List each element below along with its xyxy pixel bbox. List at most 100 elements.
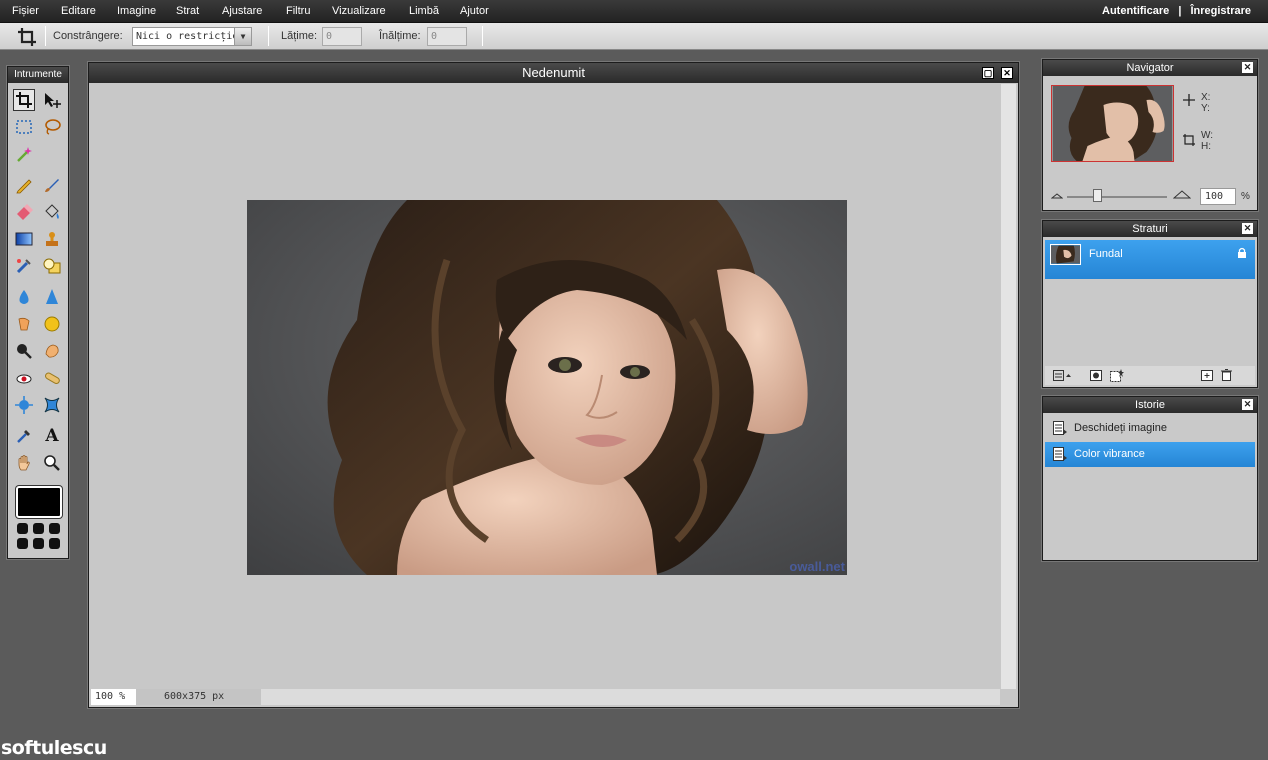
pencil-icon[interactable] xyxy=(13,174,35,196)
spot-heal-icon[interactable] xyxy=(41,367,63,389)
history-step-icon xyxy=(1053,421,1067,435)
navigator-thumbnail[interactable] xyxy=(1051,85,1174,162)
bloat-icon[interactable] xyxy=(13,394,35,416)
layers-title: Straturi ✕ xyxy=(1043,221,1257,237)
menu-edit[interactable]: Editare xyxy=(61,5,96,17)
zoom-readout[interactable]: 100 % xyxy=(91,689,136,705)
height-input[interactable]: 0 xyxy=(427,27,467,46)
foreground-color-swatch[interactable] xyxy=(16,486,62,518)
layer-thumbnail xyxy=(1050,244,1081,265)
zoom-input[interactable]: 100 xyxy=(1200,188,1236,205)
width-input[interactable]: 0 xyxy=(322,27,362,46)
close-icon[interactable]: ✕ xyxy=(1001,67,1013,79)
thumbnail-image xyxy=(1052,86,1173,161)
document-title: Nedenumit xyxy=(522,65,585,80)
hand-tool-icon[interactable] xyxy=(13,452,35,474)
menu-layer[interactable]: Strat xyxy=(176,5,199,17)
clone-stamp-icon[interactable] xyxy=(41,228,63,250)
vertical-scrollbar[interactable] xyxy=(1001,84,1016,689)
close-icon[interactable]: ✕ xyxy=(1242,223,1253,234)
menu-bar: Fișier Editare Imagine Strat Ajustare Fi… xyxy=(0,0,1268,23)
pinch-icon[interactable] xyxy=(41,394,63,416)
swatch-slot[interactable] xyxy=(33,523,44,534)
navigator-title-text: Navigator xyxy=(1126,62,1174,74)
menu-filter[interactable]: Filtru xyxy=(286,5,310,17)
sponge-icon[interactable] xyxy=(41,313,63,335)
chevron-down-icon[interactable]: ▼ xyxy=(234,28,251,45)
menu-image[interactable]: Imagine xyxy=(117,5,156,17)
menu-language[interactable]: Limbă xyxy=(409,5,439,17)
zoom-out-icon[interactable] xyxy=(1051,191,1063,199)
canvas-image[interactable]: owall.net xyxy=(247,200,847,575)
layer-effects-icon[interactable] xyxy=(1110,369,1124,382)
divider xyxy=(268,26,269,46)
history-item-selected[interactable]: Color vibrance xyxy=(1045,442,1255,467)
layer-name: Fundal xyxy=(1089,248,1123,260)
marquee-tool-icon[interactable] xyxy=(13,116,35,138)
smudge-icon[interactable] xyxy=(13,313,35,335)
menu-file[interactable]: Fișier xyxy=(12,5,39,17)
divider xyxy=(482,26,483,46)
layer-settings-icon[interactable] xyxy=(1053,370,1071,381)
nav-y-label: Y: xyxy=(1201,103,1210,114)
nav-w-label: W: xyxy=(1201,130,1214,141)
layer-row[interactable]: Fundal xyxy=(1045,240,1255,279)
menu-view[interactable]: Vizualizare xyxy=(332,5,386,17)
layers-panel: Straturi ✕ Fundal xyxy=(1042,220,1258,388)
history-title-text: Istorie xyxy=(1135,399,1165,411)
nav-x-label: X: xyxy=(1201,92,1211,103)
menu-adjust[interactable]: Ajustare xyxy=(222,5,262,17)
swatch-slot[interactable] xyxy=(49,538,60,549)
register-link[interactable]: Înregistrare xyxy=(1190,5,1251,17)
lasso-tool-icon[interactable] xyxy=(41,116,63,138)
layer-mask-icon[interactable] xyxy=(1090,370,1102,381)
magic-wand-icon[interactable] xyxy=(13,143,35,165)
sharpen-icon[interactable] xyxy=(41,286,63,308)
history-item[interactable]: Deschideți imagine xyxy=(1045,416,1255,441)
dodge-icon[interactable] xyxy=(13,340,35,362)
burn-icon[interactable] xyxy=(41,340,63,362)
history-item-label: Color vibrance xyxy=(1074,448,1145,460)
swatch-slot[interactable] xyxy=(17,523,28,534)
brush-icon[interactable] xyxy=(41,174,63,196)
constraint-value: Nici o restricție xyxy=(136,31,239,42)
document-window: Nedenumit ▢ ✕ owall.net 100 % 600x375 px xyxy=(88,62,1019,708)
zoom-slider-handle[interactable] xyxy=(1093,189,1102,202)
canvas-area[interactable]: owall.net xyxy=(91,84,1000,689)
new-layer-icon[interactable] xyxy=(1201,370,1213,381)
document-title-bar[interactable]: Nedenumit ▢ ✕ xyxy=(89,63,1018,83)
nav-h-label: H: xyxy=(1201,141,1211,152)
zoom-in-icon[interactable] xyxy=(1173,189,1191,199)
constraint-label: Constrângere: xyxy=(53,30,123,42)
crop-tool-icon[interactable] xyxy=(13,89,35,111)
swatch-slot[interactable] xyxy=(49,523,60,534)
zoom-unit: % xyxy=(1241,191,1250,202)
shape-tool-icon[interactable] xyxy=(41,255,63,277)
red-eye-icon[interactable] xyxy=(13,367,35,389)
text-tool-icon[interactable]: A xyxy=(41,425,63,447)
blur-icon[interactable] xyxy=(13,286,35,308)
color-picker-icon[interactable] xyxy=(13,425,35,447)
status-bar: 100 % 600x375 px xyxy=(91,689,1000,705)
trash-icon[interactable] xyxy=(1221,369,1232,381)
history-title: Istorie ✕ xyxy=(1043,397,1257,413)
menu-help[interactable]: Ajutor xyxy=(460,5,489,17)
history-item-label: Deschideți imagine xyxy=(1074,422,1167,434)
zoom-slider-track[interactable] xyxy=(1067,196,1167,198)
auth-links: Autentificare | Înregistrare xyxy=(1099,5,1254,17)
color-replace-icon[interactable] xyxy=(13,255,35,277)
eraser-icon[interactable] xyxy=(13,201,35,223)
paint-bucket-icon[interactable] xyxy=(41,201,63,223)
lock-icon[interactable] xyxy=(1237,247,1247,259)
swatch-slot[interactable] xyxy=(17,538,28,549)
gradient-icon[interactable] xyxy=(13,228,35,250)
zoom-tool-icon[interactable] xyxy=(41,452,63,474)
close-icon[interactable]: ✕ xyxy=(1242,399,1253,410)
maximize-icon[interactable]: ▢ xyxy=(982,67,994,79)
move-tool-icon[interactable] xyxy=(41,89,63,111)
login-link[interactable]: Autentificare xyxy=(1102,5,1169,17)
constraint-select[interactable]: Nici o restricție ▼ xyxy=(132,27,252,46)
close-icon[interactable]: ✕ xyxy=(1242,62,1253,73)
brand-watermark: softulescu xyxy=(1,737,107,759)
swatch-slot[interactable] xyxy=(33,538,44,549)
